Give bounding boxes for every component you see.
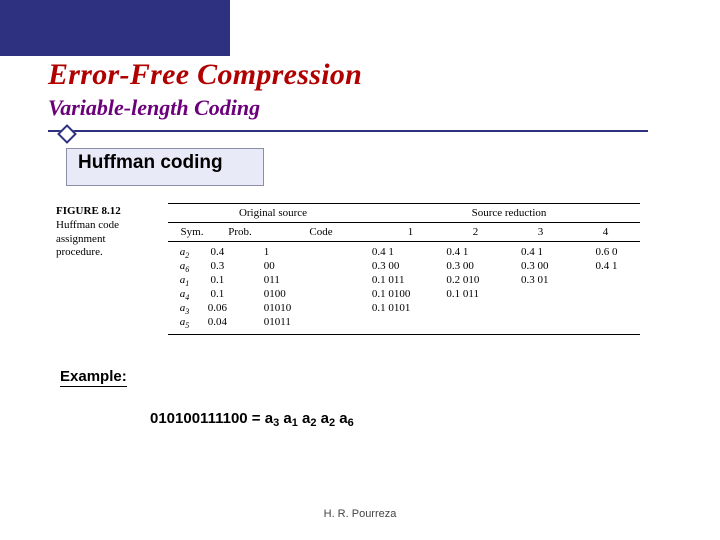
col-1: 1 (378, 223, 443, 241)
title-underline-notch (57, 124, 77, 144)
slide-title: Error-Free Compression (48, 58, 362, 92)
table-row: a60.3000.3 000.3 000.3 000.4 1 (168, 260, 640, 274)
col-2: 2 (443, 223, 508, 241)
table-row: a20.410.4 10.4 10.4 10.6 0 (168, 246, 640, 260)
table-header-group: Original source Source reduction (168, 204, 640, 223)
col-4: 4 (573, 223, 638, 241)
table-row: a30.06010100.1 0101 (168, 302, 640, 316)
figure-number: FIGURE 8.12 (56, 205, 121, 217)
example-label: Example: (60, 368, 127, 387)
col-code: Code (264, 223, 378, 241)
table-row: a40.101000.1 01000.1 011 (168, 288, 640, 302)
header-accent-bar (0, 0, 230, 56)
section-label: Huffman coding (78, 152, 223, 174)
table-row: a10.10110.1 0110.2 0100.3 01 (168, 274, 640, 288)
slide-footer: H. R. Pourreza (0, 508, 720, 520)
figure-caption-text: Huffman code assignment procedure. (56, 219, 119, 259)
slide-subtitle: Variable-length Coding (48, 95, 260, 121)
col-original-source: Original source (168, 204, 378, 222)
table-body: a20.410.4 10.4 10.4 10.6 0a60.3000.3 000… (168, 242, 640, 334)
table-row: a50.0401011 (168, 316, 640, 330)
slide: Error-Free Compression Variable-length C… (0, 0, 720, 540)
figure-caption: FIGURE 8.12 Huffman code assignment proc… (56, 205, 151, 260)
huffman-table: Original source Source reduction Sym. Pr… (168, 203, 640, 335)
col-3: 3 (508, 223, 573, 241)
col-sym: Sym. (168, 223, 216, 241)
decode-expression: 010100111100 = a3 a1 a2 a2 a6 (150, 410, 354, 429)
title-underline (48, 130, 648, 132)
col-prob: Prob. (216, 223, 264, 241)
table-header-cols: Sym. Prob. Code 1 2 3 4 (168, 223, 640, 242)
col-source-reduction: Source reduction (378, 204, 640, 222)
